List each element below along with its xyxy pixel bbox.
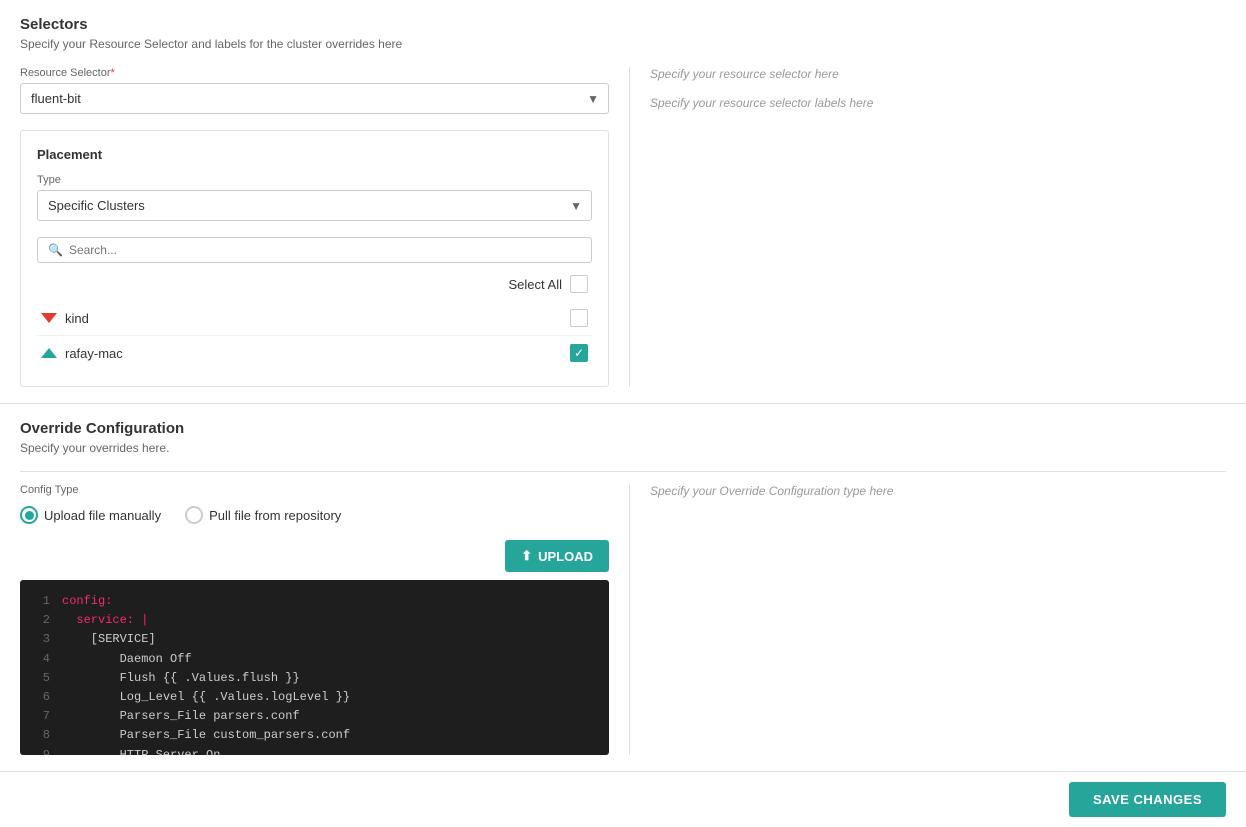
footer: SAVE CHANGES: [0, 771, 1246, 827]
cluster-search-input[interactable]: [69, 243, 581, 257]
cluster-info-kind: kind: [41, 311, 89, 326]
selectors-description: Specify your Resource Selector and label…: [20, 37, 1226, 51]
select-all-row: Select All: [37, 275, 592, 293]
cluster-info-rafay-mac: rafay-mac: [41, 346, 123, 361]
upload-button-label: UPLOAD: [538, 549, 593, 564]
type-select[interactable]: Specific Clusters: [37, 190, 592, 221]
resource-selector-hint: Specify your resource selector here: [650, 67, 1226, 81]
radio-option-upload[interactable]: Upload file manually: [20, 506, 161, 524]
override-description: Specify your overrides here.: [20, 441, 1226, 455]
type-select-wrapper: Specific Clusters ▼: [37, 190, 592, 221]
cluster-status-icon-rafay-mac: [41, 348, 57, 358]
resource-selector-labels-hint: Specify your resource selector labels he…: [650, 96, 1226, 110]
config-type-radio-group: Upload file manually Pull file from repo…: [20, 506, 609, 524]
upload-icon: ⬆: [521, 548, 532, 564]
config-type-label: Config Type: [20, 484, 609, 496]
type-label: Type: [37, 174, 592, 186]
radio-option-pull[interactable]: Pull file from repository: [185, 506, 341, 524]
resource-selector-label: Resource Selector*: [20, 67, 609, 79]
override-config-type-hint: Specify your Override Configuration type…: [650, 484, 1226, 498]
save-changes-button[interactable]: SAVE CHANGES: [1069, 782, 1226, 817]
placement-title: Placement: [37, 147, 592, 162]
radio-circle-upload: [20, 506, 38, 524]
cluster-checkbox-kind[interactable]: [570, 309, 588, 327]
selectors-content: Resource Selector* fluent-bit ▼ Placemen…: [20, 67, 1226, 387]
override-left-panel: Config Type Upload file manually Pull fi…: [20, 484, 630, 755]
cluster-row-kind: kind: [37, 301, 592, 336]
code-content: config: service: | [SERVICE] Daemon Off …: [62, 592, 597, 743]
selectors-left-panel: Resource Selector* fluent-bit ▼ Placemen…: [20, 67, 630, 387]
upload-button[interactable]: ⬆ UPLOAD: [505, 540, 609, 572]
resource-selector-select[interactable]: fluent-bit: [20, 83, 609, 114]
cluster-search-box[interactable]: 🔍: [37, 237, 592, 263]
cluster-name-rafay-mac: rafay-mac: [65, 346, 123, 361]
page-container: Selectors Specify your Resource Selector…: [0, 0, 1246, 827]
cluster-row-rafay-mac: rafay-mac: [37, 336, 592, 370]
override-content: Config Type Upload file manually Pull fi…: [20, 484, 1226, 755]
line-numbers: 12345 678910 1112131415: [32, 592, 62, 743]
placement-box: Placement Type Specific Clusters ▼ 🔍 Sel…: [20, 130, 609, 387]
code-editor[interactable]: 12345 678910 1112131415 config: service:…: [20, 580, 609, 755]
cluster-status-icon-kind: [41, 313, 57, 323]
radio-label-upload: Upload file manually: [44, 508, 161, 523]
selectors-section: Selectors Specify your Resource Selector…: [0, 0, 1246, 404]
divider: [20, 471, 1226, 472]
upload-btn-row: ⬆ UPLOAD: [20, 540, 609, 580]
selectors-title: Selectors: [20, 16, 1226, 33]
resource-selector-wrapper: fluent-bit ▼: [20, 83, 609, 114]
override-section: Override Configuration Specify your over…: [0, 404, 1246, 771]
override-right-panel: Specify your Override Configuration type…: [630, 484, 1226, 755]
cluster-checkbox-rafay-mac[interactable]: [570, 344, 588, 362]
select-all-checkbox[interactable]: [570, 275, 588, 293]
search-icon: 🔍: [48, 243, 63, 257]
radio-circle-pull: [185, 506, 203, 524]
selectors-right-panel: Specify your resource selector here Spec…: [630, 67, 1226, 387]
override-title: Override Configuration: [20, 420, 1226, 437]
select-all-label: Select All: [509, 277, 562, 292]
cluster-name-kind: kind: [65, 311, 89, 326]
radio-label-pull: Pull file from repository: [209, 508, 341, 523]
